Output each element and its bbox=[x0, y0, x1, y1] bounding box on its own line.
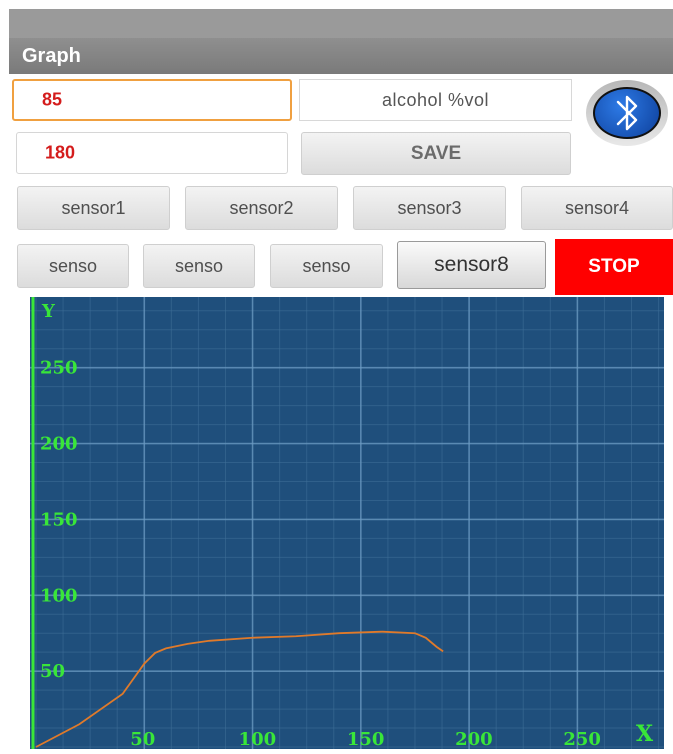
title-bar: Graph bbox=[9, 38, 673, 74]
x-tick-label: 150 bbox=[347, 729, 385, 749]
y-axis-label: Y bbox=[41, 301, 56, 322]
sensor8-button[interactable]: sensor8 bbox=[397, 241, 546, 289]
y-tick-label: 50 bbox=[40, 661, 65, 682]
stop-button[interactable]: STOP bbox=[555, 239, 673, 295]
line-chart: 50 100 150 200 250 50 100 150 200 250 Y X bbox=[30, 297, 664, 750]
page-title: Graph bbox=[22, 45, 81, 67]
y-tick-label: 200 bbox=[40, 434, 78, 455]
x-tick-label: 200 bbox=[455, 729, 493, 749]
y-tick-label: 150 bbox=[40, 509, 78, 530]
measure-label: alcohol %vol bbox=[299, 79, 572, 121]
sensor5-button[interactable]: senso bbox=[17, 244, 129, 288]
bluetooth-button[interactable] bbox=[582, 78, 670, 150]
value-input-a[interactable]: 85 bbox=[12, 79, 292, 121]
value-input-b[interactable]: 180 bbox=[16, 132, 288, 174]
x-tick-label: 100 bbox=[239, 729, 277, 749]
x-axis-label: X bbox=[636, 721, 654, 747]
sensor7-button[interactable]: senso bbox=[270, 244, 383, 288]
y-tick-label: 250 bbox=[40, 358, 78, 379]
plot-background bbox=[30, 297, 664, 749]
bluetooth-icon bbox=[616, 95, 638, 131]
value-a-text: 85 bbox=[42, 89, 63, 110]
sensor4-button[interactable]: sensor4 bbox=[521, 186, 673, 230]
x-tick-label: 50 bbox=[130, 729, 155, 749]
x-tick-label: 250 bbox=[563, 729, 601, 749]
value-b-text: 180 bbox=[45, 142, 76, 163]
sensor2-button[interactable]: sensor2 bbox=[185, 186, 338, 230]
sensor3-button[interactable]: sensor3 bbox=[353, 186, 506, 230]
status-bar bbox=[9, 9, 673, 38]
graph-panel: 50 100 150 200 250 50 100 150 200 250 Y X bbox=[30, 297, 664, 750]
sensor6-button[interactable]: senso bbox=[143, 244, 255, 288]
save-button[interactable]: SAVE bbox=[301, 132, 571, 175]
sensor1-button[interactable]: sensor1 bbox=[17, 186, 170, 230]
y-tick-label: 100 bbox=[40, 585, 78, 606]
